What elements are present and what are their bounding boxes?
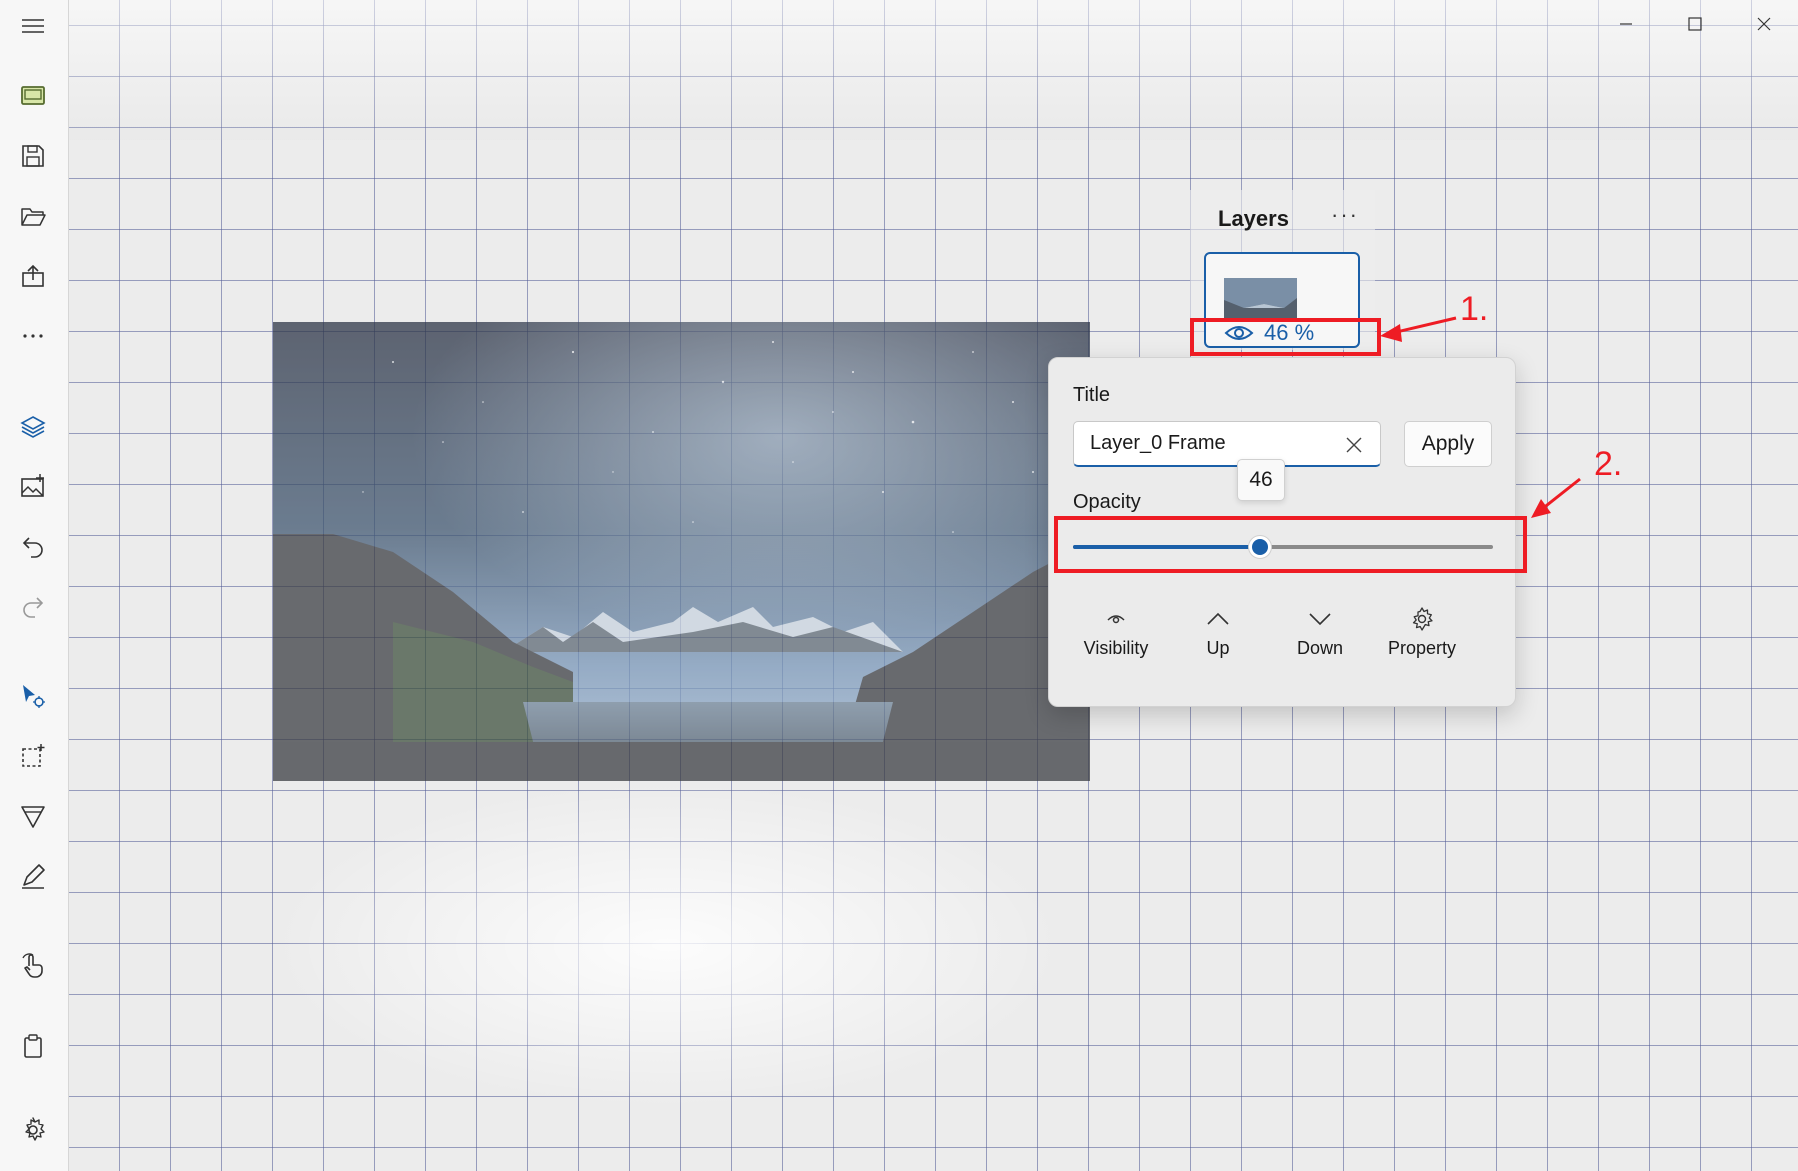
opacity-slider[interactable] <box>1073 530 1493 564</box>
open-folder-icon[interactable] <box>10 193 56 239</box>
annotation-label-2: 2. <box>1594 445 1623 483</box>
window-controls <box>1591 0 1798 48</box>
mountain-night-sky-image <box>273 322 1090 781</box>
visibility-label: Visibility <box>1083 638 1149 658</box>
move-up-button[interactable]: Up <box>1167 606 1269 676</box>
apply-button[interactable]: Apply <box>1404 421 1492 467</box>
pen-icon[interactable] <box>10 853 56 899</box>
property-button[interactable]: Property <box>1371 606 1473 676</box>
fill-cone-icon[interactable] <box>10 793 56 839</box>
layers-icon[interactable] <box>10 403 56 449</box>
minimize-icon[interactable] <box>1591 0 1660 48</box>
move-down-button[interactable]: Down <box>1269 606 1371 676</box>
layers-title: Layers <box>1218 206 1289 231</box>
chevron-up-icon <box>1207 612 1229 625</box>
select-cursor-icon[interactable] <box>10 673 56 719</box>
eye-small-icon <box>1107 615 1125 624</box>
title-label: Title <box>1073 384 1111 406</box>
layer-image[interactable] <box>273 322 1090 781</box>
up-label: Up <box>1206 638 1230 658</box>
layer-card[interactable]: 46 % <box>1204 252 1360 348</box>
gear-icon <box>1412 607 1433 631</box>
maximize-icon[interactable] <box>1660 0 1729 48</box>
hamburger-menu-icon[interactable] <box>10 3 56 49</box>
save-icon[interactable] <box>10 133 56 179</box>
canvas-glow <box>268 780 1068 1110</box>
frames-icon[interactable] <box>10 73 56 119</box>
title-input[interactable] <box>1073 421 1381 467</box>
opacity-tooltip: 46 <box>1237 459 1285 501</box>
slider-track-fill <box>1073 545 1260 549</box>
left-toolbar <box>0 0 69 1171</box>
layers-more-button[interactable]: ··· <box>1331 202 1359 228</box>
clipboard-icon[interactable] <box>10 1023 56 1069</box>
property-label: Property <box>1387 638 1457 658</box>
close-icon[interactable] <box>1729 0 1798 48</box>
touch-hand-icon[interactable] <box>10 943 56 989</box>
layers-panel: Layers ··· 46 % <box>1190 190 1375 350</box>
slider-thumb[interactable] <box>1248 535 1272 559</box>
export-icon[interactable] <box>10 253 56 299</box>
undo-icon[interactable] <box>10 523 56 569</box>
layer-thumbnail <box>1224 278 1297 319</box>
opacity-label: Opacity <box>1073 491 1141 513</box>
redo-icon[interactable] <box>10 583 56 629</box>
layer-properties-flyout: Title Apply Opacity 46 Visibility Up Dow… <box>1048 357 1516 707</box>
down-label: Down <box>1296 638 1344 658</box>
settings-gear-icon[interactable] <box>10 1107 56 1153</box>
more-dots-icon[interactable] <box>10 313 56 359</box>
clear-text-icon[interactable] <box>1339 430 1369 460</box>
chevron-down-icon <box>1309 613 1331 626</box>
layer-opacity-value: 46 % <box>1264 320 1315 345</box>
layer-opacity-row[interactable]: 46 % <box>1224 320 1314 346</box>
add-image-icon[interactable] <box>10 463 56 509</box>
annotation-label-1: 1. <box>1460 290 1489 328</box>
flyout-actions: Visibility Up Down Property <box>1049 606 1515 676</box>
visibility-button[interactable]: Visibility <box>1065 606 1167 676</box>
marquee-select-icon[interactable] <box>10 733 56 779</box>
eye-icon <box>1224 326 1254 340</box>
